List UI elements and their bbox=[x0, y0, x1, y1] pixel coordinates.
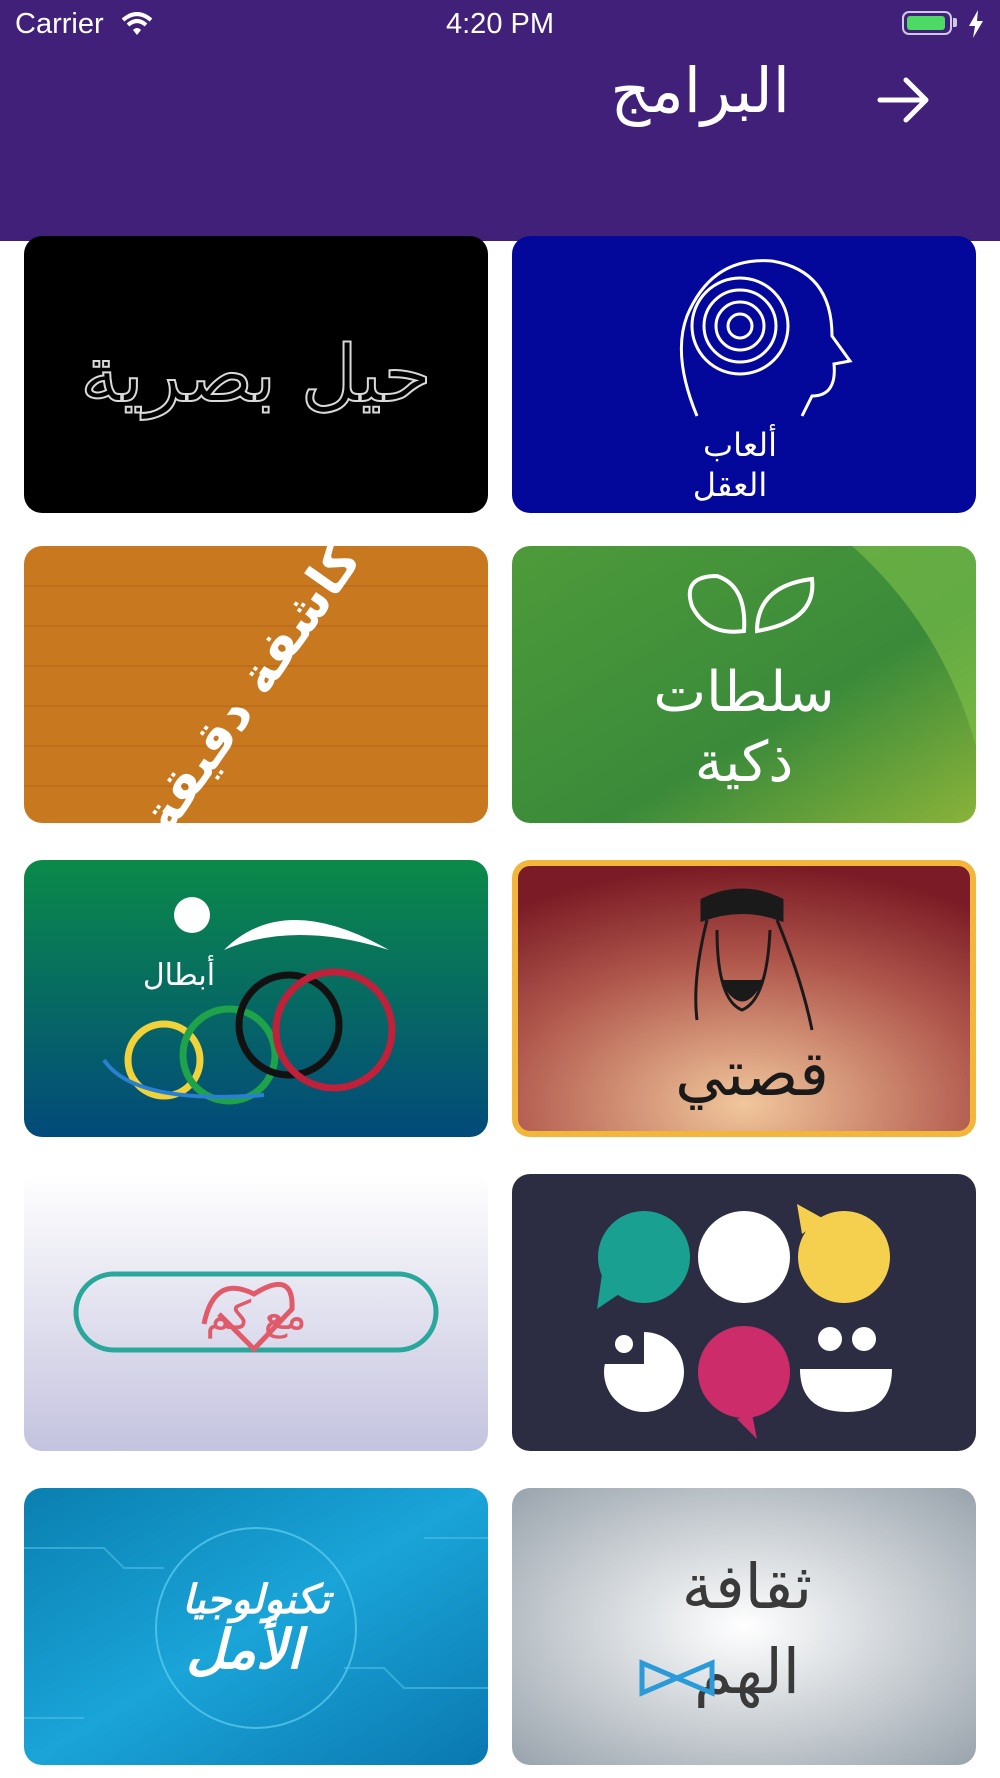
program-title: حيل بصرية bbox=[80, 330, 432, 421]
program-thumbnail: كاشفة دقيقة bbox=[24, 546, 488, 823]
program-title-line1: سلطات bbox=[653, 660, 834, 725]
program-thumbnail: قصتي bbox=[512, 860, 976, 1137]
program-title-line2: الأمل bbox=[186, 1615, 309, 1681]
program-title-line1: ثقافة bbox=[682, 1550, 812, 1623]
program-thumbnail: مع كم bbox=[24, 1174, 488, 1451]
program-card-thoughts-app[interactable] bbox=[512, 1174, 976, 1451]
program-card-thaqafat-alham[interactable]: ثقافة الهم bbox=[512, 1488, 976, 1765]
program-title-line1: ألعاب bbox=[703, 424, 777, 464]
programs-grid: ألعاب العقل حيل بصرية سلطات ذكية كاشفة د… bbox=[0, 0, 1000, 1778]
program-title-line1: تكنولوجيا bbox=[182, 1577, 335, 1624]
program-thumbnail: تكنولوجيا الأمل bbox=[24, 1488, 488, 1765]
program-card-abtal[interactable]: أبطال bbox=[24, 860, 488, 1137]
program-title: مع كم bbox=[205, 1293, 306, 1339]
program-thumbnail: ثقافة الهم bbox=[512, 1488, 976, 1765]
program-title-line2: العقل bbox=[693, 466, 768, 504]
program-card-alab-alaql[interactable]: ألعاب العقل bbox=[512, 236, 976, 513]
program-card-kashifa-daqiqa[interactable]: كاشفة دقيقة bbox=[24, 546, 488, 823]
program-thumbnail: أبطال bbox=[24, 860, 488, 1137]
program-card-maa-kam[interactable]: مع كم bbox=[24, 1174, 488, 1451]
program-title: أبطال bbox=[143, 954, 215, 993]
program-card-hiyal-basariya[interactable]: حيل بصرية bbox=[24, 236, 488, 513]
program-title: قصتي bbox=[675, 1037, 829, 1110]
program-card-technology-alamal[interactable]: تكنولوجيا الأمل bbox=[24, 1488, 488, 1765]
program-card-qissati[interactable]: قصتي bbox=[512, 860, 976, 1137]
program-title-line2: ذكية bbox=[695, 730, 794, 795]
program-thumbnail: حيل بصرية bbox=[24, 236, 488, 513]
program-thumbnail: سلطات ذكية bbox=[512, 546, 976, 823]
program-card-salatat-thakiya[interactable]: سلطات ذكية bbox=[512, 546, 976, 823]
program-thumbnail bbox=[512, 1174, 976, 1451]
program-thumbnail: ألعاب العقل bbox=[512, 236, 976, 513]
